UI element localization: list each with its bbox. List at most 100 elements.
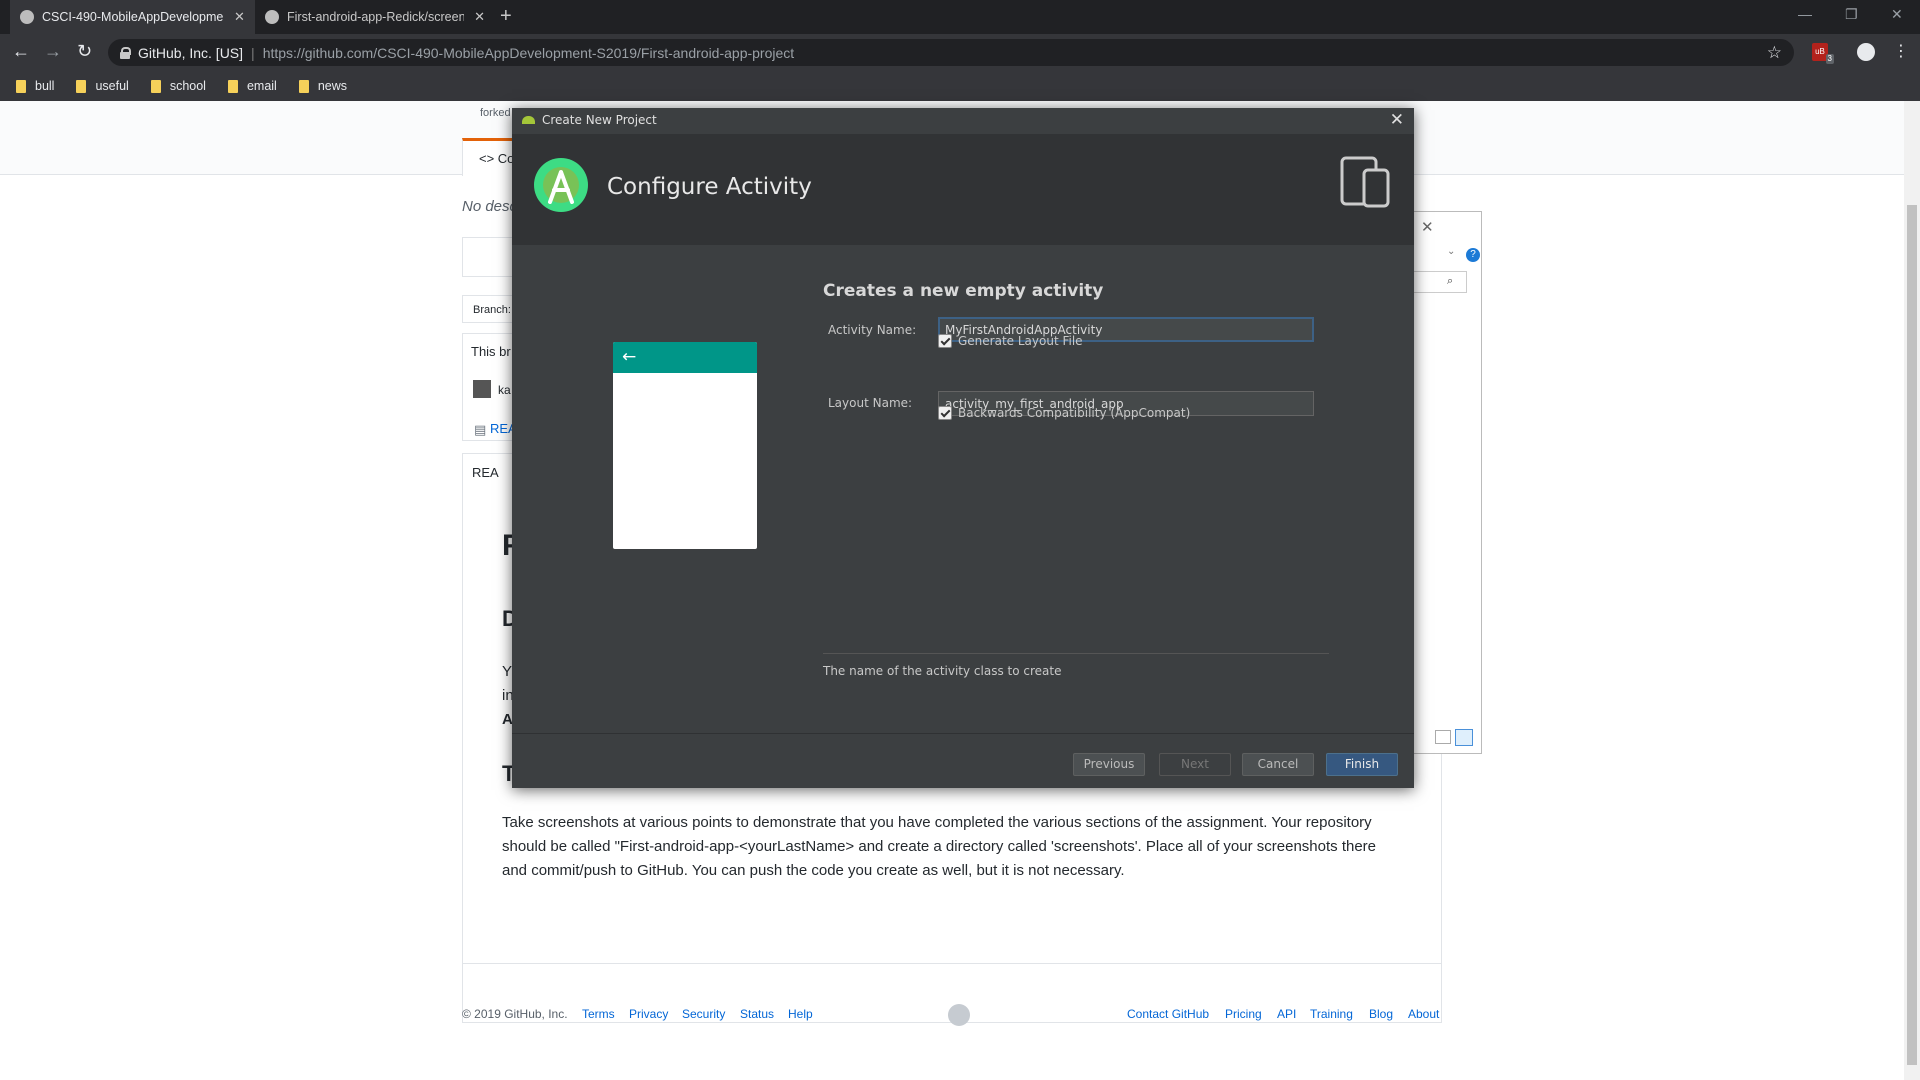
footer-link-blog[interactable]: Blog [1369, 1007, 1393, 1021]
android-studio-logo-icon [534, 158, 588, 212]
bookmark-label: school [169, 79, 206, 93]
cancel-button[interactable]: Cancel [1242, 753, 1314, 776]
activity-name-label: Activity Name: [828, 323, 917, 337]
generate-layout-label: Generate Layout File [958, 334, 1083, 348]
close-tab-icon[interactable]: ✕ [474, 9, 485, 25]
address-separator: | [251, 44, 255, 61]
back-icon[interactable]: ← [12, 42, 30, 60]
footer-link-terms[interactable]: Terms [582, 1007, 615, 1021]
bookmark-label: useful [95, 79, 129, 93]
tab-title: CSCI-490-MobileAppDevelopme [42, 10, 224, 24]
readme-header: REA [472, 465, 499, 480]
checkbox-checked-icon[interactable] [938, 334, 952, 348]
close-icon[interactable]: ✕ [1390, 110, 1404, 130]
footer-copyright: © 2019 GitHub, Inc. [462, 1007, 568, 1021]
avatar [473, 380, 491, 398]
close-tab-icon[interactable]: ✕ [234, 9, 245, 25]
tab-title: First-android-app-Redick/screen [287, 10, 465, 24]
url-text: https://github.com/CSCI-490-MobileAppDev… [262, 44, 795, 61]
bookmark-label: news [317, 79, 348, 93]
dialog-titlebar[interactable]: Create New Project ✕ [512, 108, 1414, 134]
folder-icon [150, 79, 161, 93]
footer-link-api[interactable]: API [1277, 1007, 1296, 1021]
checkbox-checked-icon[interactable] [938, 406, 952, 420]
readme-paragraph: Take screenshots at various points to de… [502, 814, 1377, 879]
github-icon [20, 10, 34, 24]
footer-link-privacy[interactable]: Privacy [629, 1007, 668, 1021]
browser-tab-screenshots[interactable]: First-android-app-Redick/screen ✕ [255, 0, 495, 34]
generate-layout-checkbox[interactable]: Generate Layout File [938, 334, 1083, 348]
hint-divider [823, 653, 1329, 654]
folder-icon [298, 79, 309, 93]
footer-link-about[interactable]: About [1408, 1007, 1439, 1021]
folder-icon [76, 79, 87, 93]
folder-icon [16, 79, 26, 93]
forward-icon[interactable]: → [44, 42, 62, 60]
github-logo-icon[interactable] [948, 1004, 970, 1026]
branch-info-text: This br [471, 344, 511, 359]
browser-tabbar: CSCI-490-MobileAppDevelopme ✕ First-andr… [0, 0, 1920, 34]
footer-link-security[interactable]: Security [682, 1007, 725, 1021]
help-icon[interactable]: ? [1466, 248, 1480, 262]
bookmark-label: bull [35, 79, 55, 93]
backwards-compat-label: Backwards Compatibility (AppCompat) [958, 406, 1191, 420]
close-icon[interactable]: ✕ [1421, 218, 1434, 236]
create-project-dialog: Create New Project ✕ Configure Activity … [512, 108, 1414, 788]
minimize-icon[interactable]: — [1798, 6, 1812, 22]
bookmark-folder-useful[interactable]: useful [76, 79, 129, 93]
preview-toolbar: ← [613, 342, 757, 373]
footer-link-status[interactable]: Status [740, 1007, 774, 1021]
dialog-header-title: Configure Activity [607, 174, 812, 200]
window-close-icon[interactable]: ✕ [1891, 6, 1903, 23]
preview-view-icon[interactable] [1455, 729, 1473, 746]
browser-menu-icon[interactable]: ⋮ [1893, 41, 1909, 61]
search-icon: ⌕ [1447, 275, 1454, 287]
github-icon [265, 10, 279, 24]
folder-icon [227, 79, 238, 93]
bookmark-folder-school[interactable]: school [150, 79, 206, 93]
footer-link-help[interactable]: Help [788, 1007, 813, 1021]
list-view-icon[interactable] [1435, 730, 1451, 744]
bookmark-folder-news[interactable]: news [298, 79, 348, 93]
back-arrow-icon: ← [622, 347, 637, 367]
reload-icon[interactable]: ↻ [77, 42, 92, 60]
readme-line: Y [502, 663, 513, 680]
dialog-window-title: Create New Project [542, 113, 657, 127]
backwards-compat-checkbox[interactable]: Backwards Compatibility (AppCompat) [938, 406, 1190, 420]
commit-author[interactable]: ka [498, 383, 511, 397]
browser-tab-repo[interactable]: CSCI-490-MobileAppDevelopme ✕ [10, 0, 255, 34]
new-tab-button[interactable]: + [500, 6, 512, 26]
footer-divider [462, 963, 1442, 964]
dialog-body: ← Creates a new empty activity Activity … [512, 245, 1414, 733]
scrollbar-thumb[interactable] [1907, 205, 1917, 1065]
devices-icon [1340, 156, 1390, 212]
chevron-down-icon[interactable]: ⌄ [1447, 246, 1455, 257]
footer-link-contact[interactable]: Contact GitHub [1127, 1007, 1209, 1021]
finish-button[interactable]: Finish [1326, 753, 1398, 776]
lock-icon [120, 46, 131, 59]
ublock-extension-icon[interactable]: uB 3 [1812, 43, 1834, 64]
file-icon: ▤ [474, 422, 487, 437]
page-scrollbar[interactable] [1904, 101, 1920, 1080]
android-icon [522, 116, 535, 124]
bookmarks-bar: bull useful school email news [0, 71, 1920, 101]
bookmark-star-icon[interactable]: ☆ [1767, 43, 1782, 63]
previous-button[interactable]: Previous [1073, 753, 1145, 776]
extension-badge: 3 [1825, 54, 1834, 64]
forked-from-text: forked [480, 107, 511, 119]
repo-description: No desc [462, 198, 518, 215]
bookmark-label: email [246, 79, 277, 93]
bookmark-folder-email[interactable]: email [227, 79, 277, 93]
browser-toolbar: ← → ↻ GitHub, Inc. [US] | https://github… [0, 34, 1920, 71]
address-bar[interactable]: GitHub, Inc. [US] | https://github.com/C… [108, 39, 1794, 66]
footer-link-training[interactable]: Training [1310, 1007, 1353, 1021]
profile-icon[interactable] [1857, 43, 1875, 61]
next-button[interactable]: Next [1159, 753, 1231, 776]
activity-preview: ← [613, 342, 757, 549]
dialog-header: Configure Activity [512, 134, 1414, 245]
restore-icon[interactable]: ❐ [1845, 6, 1858, 23]
bookmark-folder-bull[interactable]: bull [16, 79, 54, 93]
site-identity: GitHub, Inc. [US] [138, 44, 244, 61]
dialog-subtitle: Creates a new empty activity [823, 281, 1104, 301]
footer-link-pricing[interactable]: Pricing [1225, 1007, 1262, 1021]
